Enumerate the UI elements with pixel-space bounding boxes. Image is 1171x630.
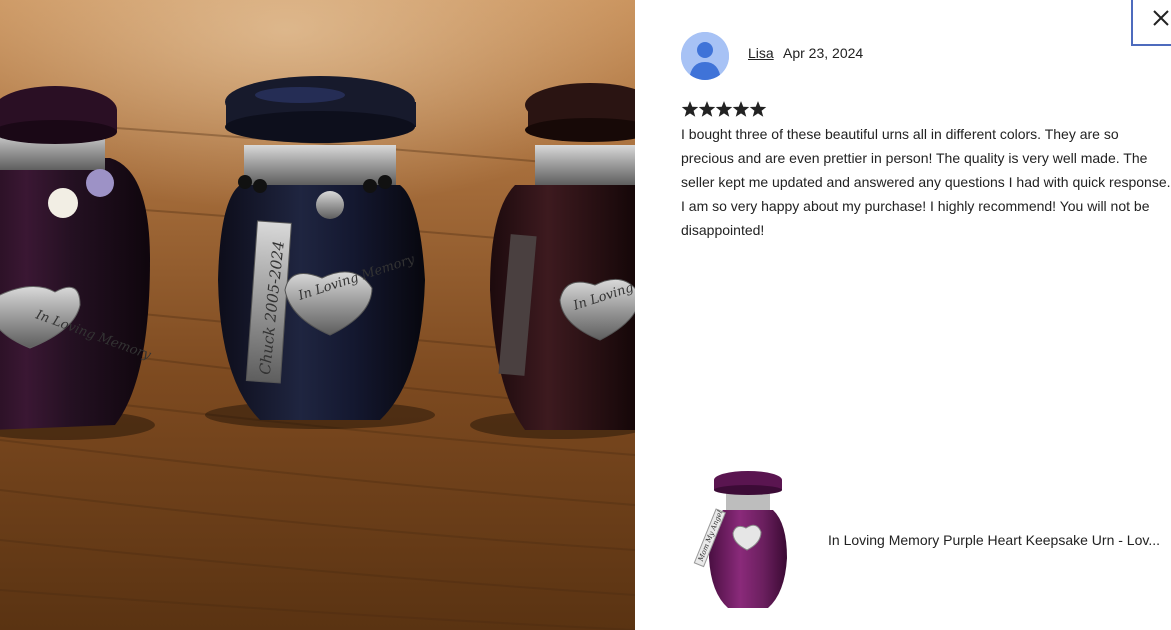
close-icon xyxy=(1153,10,1169,26)
reviewer-avatar xyxy=(681,32,729,80)
star-rating xyxy=(681,100,767,118)
review-body-text: I bought three of these beautiful urns a… xyxy=(681,126,1171,238)
review-photo: In Loving Memory Chuck 2005-2024 In Lovi… xyxy=(0,0,635,630)
product-thumbnail[interactable]: Mom My Angel xyxy=(693,468,793,613)
star-icon xyxy=(698,101,716,117)
reviewer-name-link[interactable]: Lisa xyxy=(748,45,774,61)
star-icon xyxy=(749,101,767,117)
product-title-link[interactable]: In Loving Memory Purple Heart Keepsake U… xyxy=(828,532,1171,548)
urns-photo-image: In Loving Memory Chuck 2005-2024 In Lovi… xyxy=(0,0,635,630)
star-icon xyxy=(732,101,750,117)
product-urn-image: Mom My Angel xyxy=(693,471,787,608)
close-button[interactable] xyxy=(1131,0,1171,46)
star-icon xyxy=(681,101,699,117)
review-panel: Lisa Apr 23, 2024 I bought three of thes… xyxy=(635,0,1171,630)
star-icon xyxy=(715,101,733,117)
center-urn: Chuck 2005-2024 In Loving Memory xyxy=(205,76,435,429)
user-avatar-icon xyxy=(681,32,729,80)
review-date: Apr 23, 2024 xyxy=(783,45,864,61)
